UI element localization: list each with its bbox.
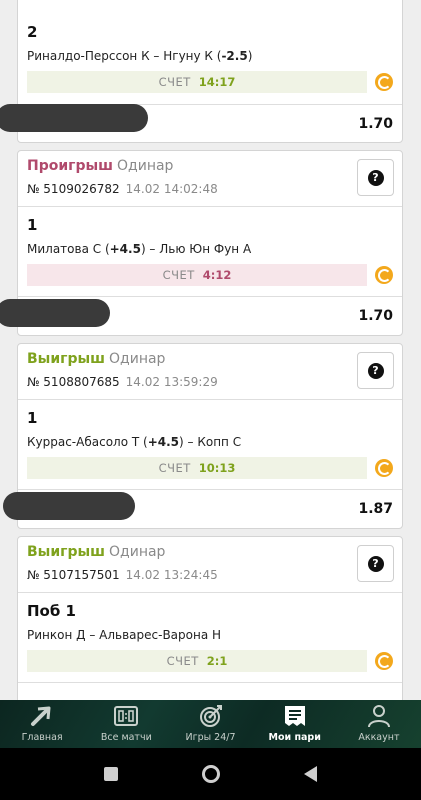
nav-label: Главная [21,732,63,743]
home-button[interactable] [200,763,222,785]
score-bar: СЧЕТ 10:13 [27,457,367,479]
coin-icon [375,459,393,477]
ticket-number: № 5107157501 [27,568,120,582]
bet-status: Проигрыш Одинар [27,158,174,174]
divider [18,489,402,490]
match-name: Ринкон Д – Альварес-Варона Н [27,628,222,642]
ticket-number: № 5109026782 [27,182,120,196]
redacted-amount [0,104,148,132]
score-label: СЧЕТ [162,268,195,282]
square-icon [103,767,118,781]
score-label: СЧЕТ [166,654,199,668]
target-icon [199,705,222,727]
score-label: СЧЕТ [158,75,191,89]
nav-item-all-matches[interactable]: Все матчи [84,700,168,748]
bet-datetime: 14.02 13:24:45 [125,568,218,582]
nav-item-games[interactable]: Игры 24/7 [168,700,252,748]
arrow-icon [31,706,51,726]
score-value: 10:13 [198,461,236,475]
score-label: СЧЕТ [158,461,191,475]
match-name: Риналдо-Перссон К – Нгуну К (-2.5) [27,49,253,63]
redacted-amount [0,299,110,327]
bottom-navigation: Главная Все матчи Игры 24/7 Мои пари Акк… [0,700,421,748]
receipt-icon [284,706,305,726]
system-navigation-bar [0,748,421,800]
ticket-number: № 5108807685 [27,375,120,389]
bet-outcome: 1 [27,409,38,427]
odds-value: 1.87 [358,501,393,517]
help-button[interactable]: ? [357,159,394,196]
help-button[interactable]: ? [357,545,394,582]
scoreboard-icon [114,706,139,726]
ticket-info: № 5107157501 14.02 13:24:45 [27,568,218,582]
score-bar: СЧЕТ 14:17 [27,71,367,93]
divider [18,592,402,593]
nav-label: Игры 24/7 [185,732,236,743]
score-bar: СЧЕТ 2:1 [27,650,367,672]
bet-outcome: 1 [27,216,38,234]
question-icon: ? [367,362,384,379]
back-button[interactable] [300,763,322,785]
nav-label: Аккаунт [358,732,400,743]
ticket-info: № 5108807685 14.02 13:59:29 [27,375,218,389]
bets-list[interactable]: 2 Риналдо-Перссон К – Нгуну К (-2.5) СЧЕ… [0,0,421,700]
score-value: 14:17 [198,75,236,89]
divider [18,399,402,400]
nav-label: Все матчи [100,732,152,743]
divider [18,206,402,207]
nav-item-my-bets[interactable]: Мои пари [253,700,337,748]
coin-icon [375,73,393,91]
divider [18,682,402,683]
score-value: 4:12 [202,268,232,282]
redacted-amount [3,492,135,520]
bet-card[interactable]: Выигрыш Одинар № 5107157501 14.02 13:24:45… [17,536,403,700]
match-name: Милатова С (+4.5) – Лью Юн Фун А [27,242,252,256]
bet-datetime: 14.02 13:59:29 [125,375,218,389]
help-button[interactable]: ? [357,352,394,389]
circle-icon [201,765,220,783]
divider [18,296,402,297]
question-icon: ? [367,169,384,186]
odds-value: 1.70 [358,116,393,132]
back-triangle-icon [304,766,317,782]
ticket-info: № 5109026782 14.02 14:02:48 [27,182,218,196]
score-value: 2:1 [206,654,228,668]
nav-item-home[interactable]: Главная [0,700,84,748]
user-icon [367,705,390,728]
bet-status: Выигрыш Одинар [27,351,166,367]
bet-status: Выигрыш Одинар [27,544,166,560]
question-icon: ? [367,555,384,572]
nav-item-account[interactable]: Аккаунт [337,700,421,748]
nav-label: Мои пари [268,732,321,743]
bet-outcome: Поб 1 [27,602,76,620]
coin-icon [375,266,393,284]
bet-outcome: 2 [27,23,38,41]
score-bar: СЧЕТ 4:12 [27,264,367,286]
recents-button[interactable] [100,763,122,785]
odds-value: 1.70 [358,308,393,324]
bet-datetime: 14.02 14:02:48 [125,182,218,196]
coin-icon [375,652,393,670]
match-name: Куррас-Абасоло Т (+4.5) – Копп С [27,435,242,449]
